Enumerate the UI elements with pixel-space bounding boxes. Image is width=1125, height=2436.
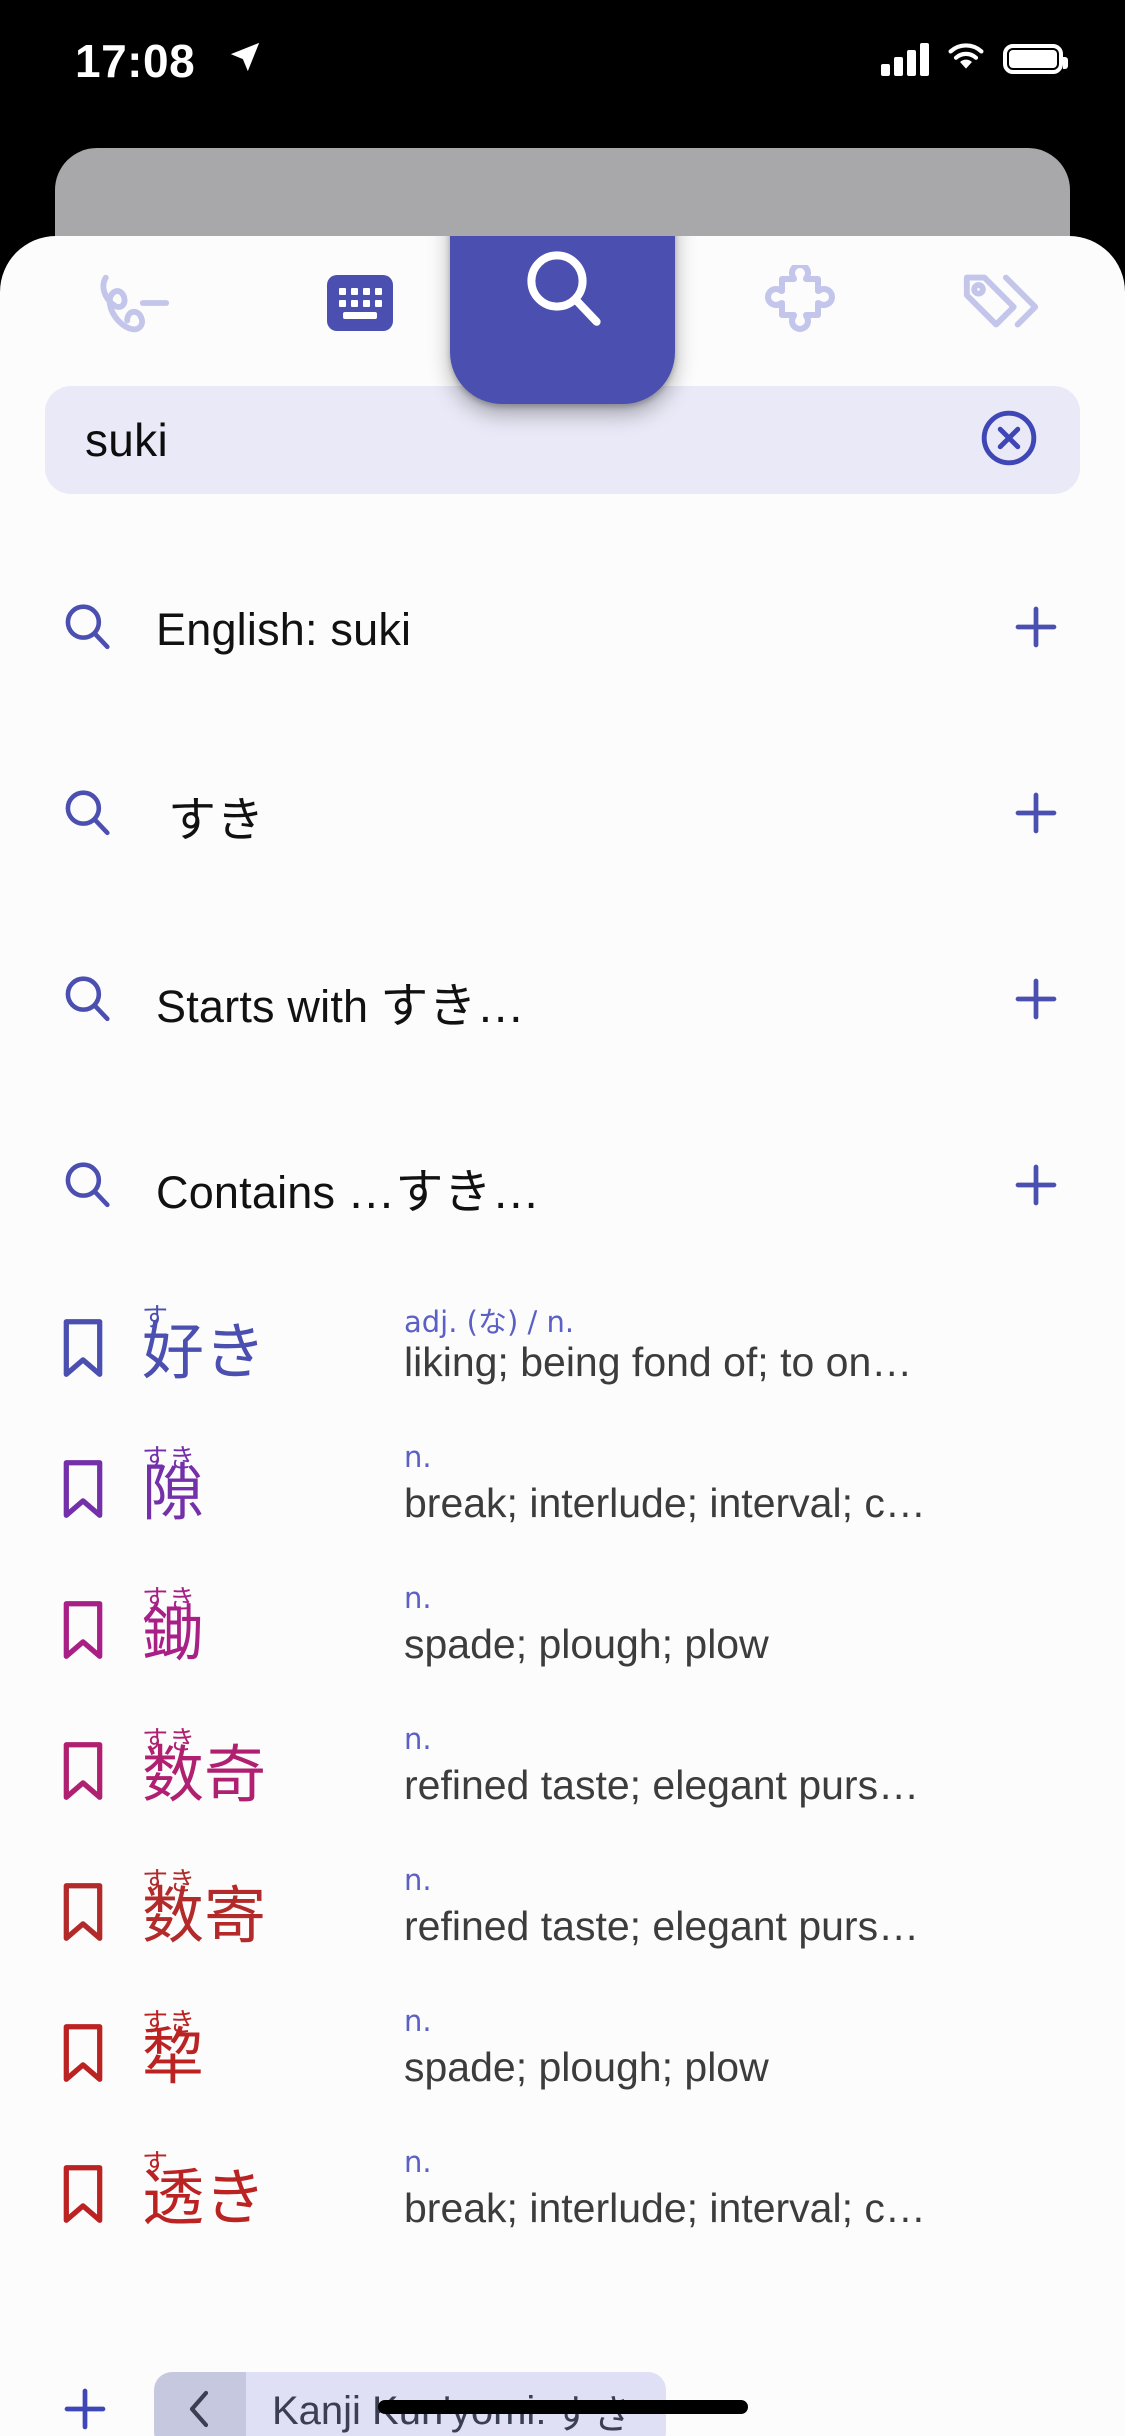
gloss-text: refined taste; elegant purs… (404, 1902, 920, 1949)
search-sheet: suki English: suki すき Starts with すき… Co… (0, 236, 1125, 2436)
result-row[interactable]: すき 数奇 n. refined taste; elegant purs… (0, 1703, 1125, 1844)
headword: 数奇 (142, 1737, 267, 1811)
add-suggestion-button[interactable] (1009, 972, 1063, 1031)
part-of-speech: n. (404, 2003, 432, 2038)
location-arrow-icon (228, 40, 262, 79)
suggestion-label: Starts with すき… (156, 980, 525, 1033)
status-bar-time: 17:08 (75, 35, 196, 87)
home-indicator (377, 2400, 748, 2414)
magnifier-icon (58, 598, 116, 661)
tab-keyboard[interactable] (300, 260, 420, 346)
gloss-text: refined taste; elegant purs… (404, 1761, 920, 1808)
bookmark-outline-icon[interactable] (58, 1458, 114, 1525)
result-word: すき 隙 (142, 1432, 392, 1552)
result-word: す 好き (142, 1291, 392, 1411)
result-row[interactable]: すき 数寄 n. refined taste; elegant purs… (0, 1844, 1125, 1985)
headword: 隙 (142, 1455, 205, 1529)
add-suggestion-button[interactable] (1009, 1158, 1063, 1217)
part-of-speech: n. (404, 1439, 432, 1474)
magnifier-icon (58, 970, 116, 1033)
add-suggestion-button[interactable] (1009, 786, 1063, 845)
dictionary-results: す 好き adj. (な) / n. liking; being fond of… (0, 1280, 1125, 2267)
search-input[interactable]: suki (45, 413, 978, 467)
bookmark-outline-icon[interactable] (58, 2163, 114, 2230)
part-of-speech: n. (404, 1580, 432, 1615)
result-word: すき 数奇 (142, 1714, 392, 1834)
result-row[interactable]: すき 隙 n. break; interlude; interval; c… (0, 1421, 1125, 1562)
suggestion-row[interactable]: すき (0, 722, 1125, 908)
chevron-left-icon (181, 2387, 219, 2436)
gloss-text: break; interlude; interval; c… (404, 2184, 926, 2231)
suggestion-row[interactable]: Contains …すき… (0, 1094, 1125, 1280)
tab-radicals[interactable] (742, 260, 862, 346)
magnifier-icon (515, 241, 611, 342)
part-of-speech: n. (404, 2144, 432, 2179)
magnifier-icon (58, 1156, 116, 1219)
part-of-speech: n. (404, 1721, 432, 1756)
headword: 犂 (142, 2019, 205, 2093)
headword: 透き (142, 2160, 267, 2234)
wifi-icon (945, 40, 987, 77)
part-of-speech: adj. (な) / n. (404, 1304, 575, 1339)
result-word: すき 数寄 (142, 1855, 392, 1975)
keyboard-icon (327, 275, 393, 331)
tab-tags[interactable] (942, 260, 1062, 346)
suggestion-row[interactable]: English: suki (0, 536, 1125, 722)
magnifier-icon (58, 784, 116, 847)
suggestion-label: すき (168, 794, 265, 847)
status-bar: 17:08 (0, 0, 1125, 132)
gloss-text: break; interlude; interval; c… (404, 1479, 926, 1526)
gloss-text: liking; being fond of; to on… (404, 1338, 913, 1385)
add-suggestion-button[interactable] (1009, 600, 1063, 659)
headword: 鋤 (142, 1596, 205, 1670)
tab-bar (0, 236, 1125, 404)
clear-search-button[interactable] (978, 407, 1040, 474)
result-row[interactable]: す 好き adj. (な) / n. liking; being fond of… (0, 1280, 1125, 1421)
search-suggestions: English: suki すき Starts with すき… Contain… (0, 536, 1125, 1280)
search-tab-button[interactable] (450, 236, 675, 404)
puzzle-piece-icon (762, 265, 842, 341)
result-word: すき 犂 (142, 1996, 392, 2116)
gloss-text: spade; plough; plow (404, 2043, 769, 2090)
result-word: すき 鋤 (142, 1573, 392, 1693)
result-row[interactable]: すき 鋤 n. spade; plough; plow (0, 1562, 1125, 1703)
battery-full-icon (1003, 43, 1068, 74)
gloss-text: spade; plough; plow (404, 1620, 769, 1667)
headword: 好き (142, 1314, 267, 1388)
result-word: す 透き (142, 2137, 392, 2257)
bookmark-outline-icon[interactable] (58, 1599, 114, 1666)
scribble-handwriting-icon (92, 266, 178, 340)
bookmark-outline-icon[interactable] (58, 2022, 114, 2089)
bookmark-outline-icon[interactable] (58, 1881, 114, 1948)
headword: 数寄 (142, 1878, 267, 1952)
cellular-signal-icon (881, 42, 929, 76)
add-filter-button[interactable] (58, 2382, 112, 2436)
filter-chip-bar: Kanji Kun'yomi: すき (0, 2346, 1125, 2436)
result-row[interactable]: す 透き n. break; interlude; interval; c… (0, 2126, 1125, 2267)
tags-icon (959, 267, 1045, 339)
bookmark-outline-icon[interactable] (58, 1317, 114, 1384)
tab-handwriting[interactable] (75, 260, 195, 346)
phone-screen: 17:08 suki English: suki すき Starts with … (0, 0, 1125, 2436)
bookmark-outline-icon[interactable] (58, 1740, 114, 1807)
part-of-speech: n. (404, 1862, 432, 1897)
result-row[interactable]: すき 犂 n. spade; plough; plow (0, 1985, 1125, 2126)
suggestion-label: Contains …すき… (156, 1166, 541, 1219)
suggestion-row[interactable]: Starts with すき… (0, 908, 1125, 1094)
suggestion-label: English: suki (156, 603, 412, 655)
chip-back-button[interactable] (154, 2372, 246, 2436)
